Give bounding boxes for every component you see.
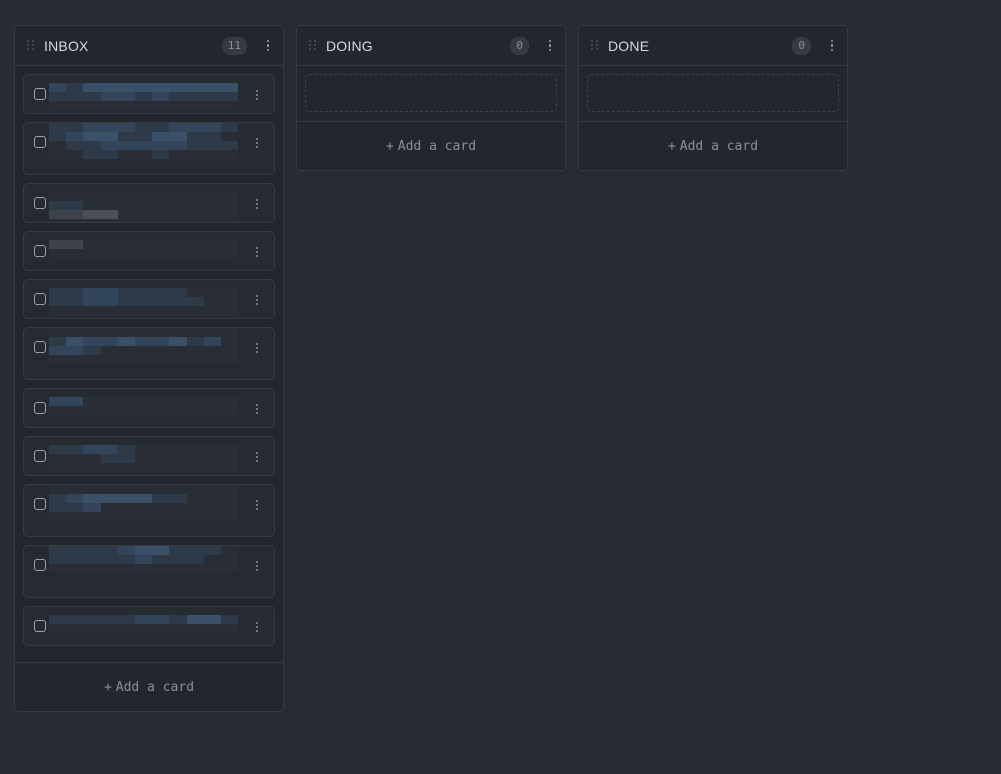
column-title: INBOX: [44, 37, 89, 54]
card-checkbox[interactable]: [34, 620, 46, 632]
card-list: [579, 74, 847, 122]
add-card-label: Add a card: [115, 679, 195, 695]
drag-handle-icon[interactable]: [309, 39, 317, 52]
card-menu-icon[interactable]: [252, 449, 262, 465]
card-menu-icon[interactable]: [252, 87, 262, 103]
column-header: INBOX 11: [15, 26, 283, 66]
card-title-redacted: [49, 615, 239, 633]
card-list: [297, 74, 565, 122]
card[interactable]: [23, 545, 275, 598]
card-checkbox[interactable]: [34, 245, 46, 257]
card-title-redacted: [49, 288, 239, 315]
card-title-redacted: [49, 123, 239, 159]
card-title-redacted: [49, 397, 239, 415]
kanban-board: INBOX 11 + Add a card DOING 0 + Add a card DONE 0…: [0, 0, 1001, 774]
plus-icon: +: [103, 679, 112, 695]
card-title-redacted: [49, 192, 239, 222]
card-checkbox[interactable]: [34, 136, 46, 148]
card[interactable]: [23, 122, 275, 175]
card-menu-icon[interactable]: [252, 558, 262, 574]
add-card-button[interactable]: + Add a card: [15, 663, 283, 711]
card-title-redacted: [49, 83, 239, 110]
card-checkbox[interactable]: [34, 559, 46, 571]
card-menu-icon[interactable]: [252, 196, 262, 212]
card[interactable]: [23, 606, 275, 646]
card-checkbox[interactable]: [34, 88, 46, 100]
add-card-label: Add a card: [397, 138, 477, 154]
plus-icon: +: [667, 138, 676, 154]
add-card-button[interactable]: + Add a card: [297, 122, 565, 170]
card-list: [15, 66, 283, 663]
card-checkbox[interactable]: [34, 402, 46, 414]
card-title-redacted: [49, 445, 239, 472]
column-title: DOING: [326, 37, 373, 54]
add-card-label: Add a card: [679, 138, 759, 154]
card-checkbox[interactable]: [34, 341, 46, 353]
card-menu-icon[interactable]: [252, 340, 262, 356]
card-menu-icon[interactable]: [252, 135, 262, 151]
column-done: DONE 0 + Add a card: [578, 25, 848, 171]
card-menu-icon[interactable]: [252, 292, 262, 308]
card[interactable]: [23, 231, 275, 271]
card[interactable]: [23, 436, 275, 476]
card-menu-icon[interactable]: [252, 401, 262, 417]
column-header: DONE 0: [579, 26, 847, 66]
card[interactable]: [23, 74, 275, 114]
card-title-redacted: [49, 328, 239, 364]
column-header: DOING 0: [297, 26, 565, 66]
card-checkbox[interactable]: [34, 450, 46, 462]
column-title: DONE: [608, 37, 650, 54]
card-title-redacted: [49, 485, 239, 521]
card[interactable]: [23, 388, 275, 428]
card-checkbox[interactable]: [34, 197, 46, 209]
card-checkbox[interactable]: [34, 498, 46, 510]
card-title-redacted: [49, 240, 239, 258]
add-card-button[interactable]: + Add a card: [579, 122, 847, 170]
card[interactable]: [23, 183, 275, 223]
card-menu-icon[interactable]: [252, 619, 262, 635]
card[interactable]: [23, 279, 275, 319]
card[interactable]: [23, 484, 275, 537]
column-menu-icon[interactable]: [263, 38, 273, 54]
plus-icon: +: [385, 138, 394, 154]
column-inbox: INBOX 11 + Add a card: [14, 25, 284, 712]
card-count-badge: 11: [221, 36, 247, 55]
card-count-badge: 0: [510, 36, 529, 55]
column-menu-icon[interactable]: [827, 38, 837, 54]
column-doing: DOING 0 + Add a card: [296, 25, 566, 171]
empty-drop-zone[interactable]: [305, 74, 557, 112]
card[interactable]: [23, 327, 275, 380]
empty-drop-zone[interactable]: [587, 74, 839, 112]
drag-handle-icon[interactable]: [591, 39, 599, 52]
column-menu-icon[interactable]: [545, 38, 555, 54]
card-menu-icon[interactable]: [252, 497, 262, 513]
card-count-badge: 0: [792, 36, 811, 55]
card-checkbox[interactable]: [34, 293, 46, 305]
drag-handle-icon[interactable]: [27, 39, 35, 52]
card-title-redacted: [49, 546, 239, 573]
card-menu-icon[interactable]: [252, 244, 262, 260]
